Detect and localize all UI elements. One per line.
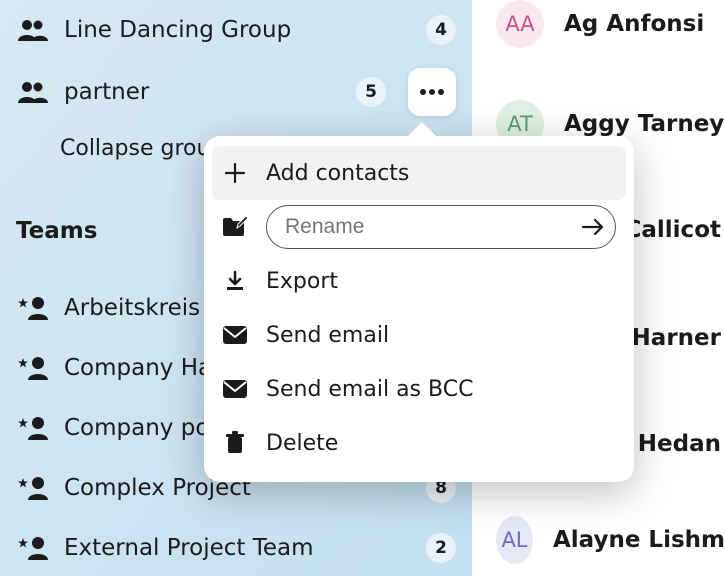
- section-header-teams: Teams: [16, 218, 97, 244]
- sidebar-group-label: Line Dancing Group: [64, 17, 412, 43]
- menu-item-add-contacts[interactable]: Add contacts: [212, 146, 626, 200]
- ellipsis-icon: [419, 88, 445, 96]
- sidebar-team-label: External Project Team: [64, 535, 412, 561]
- mail-icon: [220, 325, 250, 345]
- rename-input[interactable]: [285, 215, 573, 239]
- sidebar-group-partner[interactable]: partner 5: [16, 70, 456, 114]
- menu-item-send-email-bcc[interactable]: Send email as BCC: [212, 362, 626, 416]
- star-person-icon: [16, 296, 50, 320]
- group-icon: [16, 19, 50, 41]
- menu-label: Add contacts: [266, 161, 409, 186]
- menu-item-send-email[interactable]: Send email: [212, 308, 626, 362]
- more-button[interactable]: [408, 68, 456, 116]
- star-person-icon: [16, 416, 50, 440]
- contact-name: Ag Anfonsi: [564, 11, 704, 37]
- menu-label: Send email as BCC: [266, 377, 473, 402]
- star-person-icon: [16, 536, 50, 560]
- group-icon: [16, 81, 50, 103]
- sidebar-group-label: partner: [64, 79, 342, 105]
- trash-icon: [220, 431, 250, 455]
- arrow-right-icon: [581, 218, 605, 236]
- menu-item-export[interactable]: Export: [212, 254, 626, 308]
- plus-icon: [220, 162, 250, 184]
- mail-icon: [220, 379, 250, 399]
- menu-label: Send email: [266, 323, 389, 348]
- menu-label: Delete: [266, 431, 338, 456]
- avatar: AL: [496, 516, 533, 564]
- group-count-badge: 4: [426, 15, 456, 45]
- contact-row[interactable]: AL Alayne Lishm: [496, 516, 725, 564]
- group-count-badge: 5: [356, 77, 386, 107]
- sidebar-group-line-dancing[interactable]: Line Dancing Group 4: [16, 8, 456, 52]
- contact-name: Alayne Lishm: [553, 527, 725, 553]
- submit-rename-button[interactable]: [581, 218, 605, 236]
- context-menu: Add contacts Export Send email Send emai…: [204, 136, 634, 482]
- download-icon: [220, 270, 250, 292]
- menu-label: Export: [266, 269, 338, 294]
- avatar: AA: [496, 0, 544, 48]
- rename-input-wrap[interactable]: [266, 205, 616, 249]
- folder-edit-icon: [220, 216, 250, 238]
- team-count-badge: 2: [426, 533, 456, 563]
- contact-row[interactable]: AA Ag Anfonsi: [496, 0, 725, 48]
- menu-item-delete[interactable]: Delete: [212, 416, 626, 470]
- star-person-icon: [16, 356, 50, 380]
- menu-item-rename: [212, 200, 626, 254]
- star-person-icon: [16, 476, 50, 500]
- contact-name: Aggy Tarney: [564, 111, 724, 137]
- sidebar-team-external-project[interactable]: External Project Team 2: [16, 526, 456, 570]
